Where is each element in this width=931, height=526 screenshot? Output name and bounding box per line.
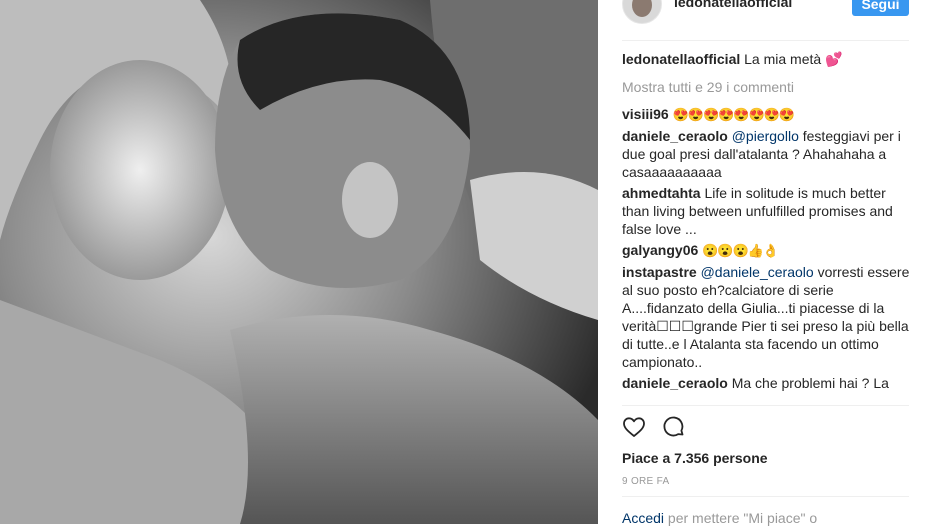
comment-username[interactable]: ahmedtahta [622,185,701,201]
caption: ledonatellaofficial La mia metà 💕 [622,50,912,68]
comment-item: instapastre @daniele_ceraolo vorresti es… [622,263,912,371]
comment-text: Ma che problemi hai ? La [731,375,889,391]
avatar[interactable] [622,0,662,24]
comment-item: ahmedtahta Life in solitude is much bett… [622,184,912,238]
header-divider [622,40,909,41]
actions-divider [622,405,909,406]
comment-username[interactable]: daniele_ceraolo [622,128,728,144]
caption-username[interactable]: ledonatellaofficial [622,51,740,67]
follow-button[interactable]: Segui [852,0,909,16]
comment-bubble-icon[interactable] [662,415,686,439]
avatar-face [632,0,652,17]
comments-list[interactable]: ledonatellaofficial La mia metà 💕 Mostra… [622,50,912,403]
post-timestamp: 9 ORE FA [622,476,670,487]
post-photo[interactable] [0,0,598,524]
header-username[interactable]: ledonatellaofficial [674,0,792,10]
comment-mention[interactable]: @daniele_ceraolo [701,264,814,280]
comment-username[interactable]: galyangy06 [622,242,698,258]
likes-count[interactable]: Piace a 7.356 persone [622,450,768,466]
post-header: ledonatellaofficial Segui [598,0,931,24]
comment-item: visiii96 😍😍😍😍😍😍😍😍 [622,105,912,124]
comment-item: galyangy06 😮😮😮👍👌 [622,241,912,260]
caption-text: La mia metà 💕 [744,51,843,67]
comment-text: 😮😮😮👍👌 [702,243,779,258]
comment-username[interactable]: daniele_ceraolo [622,375,728,391]
heart-icon[interactable] [622,415,646,439]
comment-item: daniele_ceraolo Ma che problemi hai ? La [622,374,912,392]
show-all-comments-link[interactable]: Mostra tutti e 29 i commenti [622,78,912,96]
comment-mention[interactable]: @piergollo [732,128,799,144]
post-side-panel: ledonatellaofficial Segui ledonatellaoff… [598,0,931,526]
comment-username[interactable]: visiii96 [622,106,669,122]
comment-text: 😍😍😍😍😍😍😍😍 [672,107,795,122]
footer-divider [622,496,909,497]
post-photo-image [0,0,598,524]
comment-item: daniele_ceraolo @piergollo festeggiavi p… [622,127,912,181]
comment-username[interactable]: instapastre [622,264,697,280]
